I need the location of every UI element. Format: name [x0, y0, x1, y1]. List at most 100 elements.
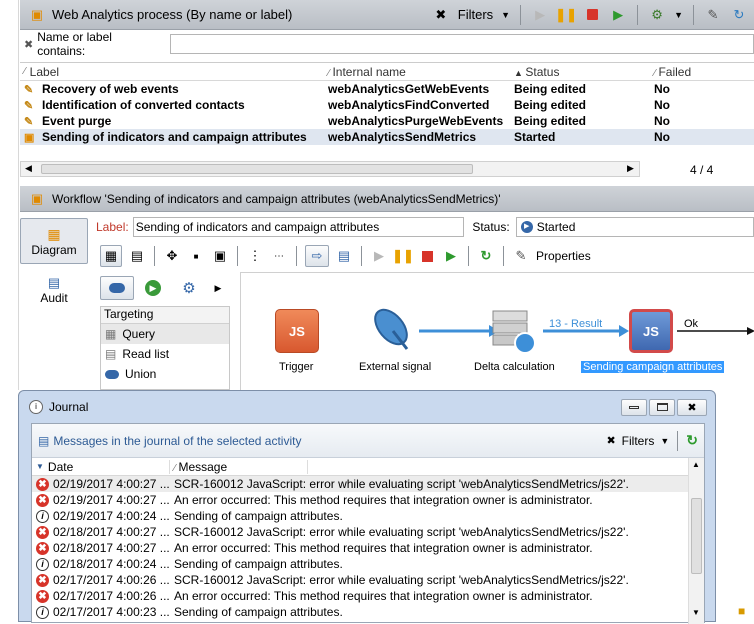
col-message-header[interactable]: ⁄ Message: [170, 459, 308, 474]
journal-row[interactable]: ✖ 02/18/2017 4:00:27 ... An error occurred…: [32, 540, 688, 556]
filters-button[interactable]: Filters: [458, 7, 493, 22]
info-icon: i: [36, 605, 49, 619]
scroll-up-icon[interactable]: ▲: [692, 460, 700, 469]
wf-pause-icon[interactable]: ❚❚: [392, 247, 414, 265]
scroll-thumb[interactable]: [41, 164, 473, 174]
new-icon[interactable]: ✎: [704, 6, 722, 24]
table-row[interactable]: ✎ Event purge webAnalyticsPurgeWebEvents …: [20, 113, 754, 129]
play-icon[interactable]: ▶: [531, 6, 549, 24]
col-status-header[interactable]: ▲ Status: [512, 65, 652, 79]
search-input[interactable]: [170, 34, 754, 54]
minimize-button[interactable]: [621, 398, 647, 416]
database-icon: [492, 310, 536, 354]
workflow-canvas[interactable]: JS Trigger External signal Delta calcula…: [240, 272, 754, 390]
close-button[interactable]: ✖: [677, 398, 707, 416]
journal-vscrollbar[interactable]: ▲ ▼: [688, 458, 704, 624]
journal-subtitle: Messages in the journal of the selected …: [53, 433, 302, 448]
palette-tab-flow[interactable]: ▶: [136, 276, 170, 300]
trigger-node[interactable]: JS: [275, 309, 319, 353]
diagram-tab[interactable]: ▦ Diagram: [20, 218, 88, 264]
journal-titlebar: i Journal ✖: [19, 391, 715, 423]
wf-play-icon[interactable]: ▶: [370, 247, 388, 265]
left-divider: [18, 0, 19, 390]
vertical-align-icon[interactable]: ⋮: [246, 247, 264, 265]
table-row[interactable]: ✎ Identification of converted contacts we…: [20, 97, 754, 113]
properties-icon[interactable]: ✎: [512, 247, 530, 265]
wf-stop-icon[interactable]: [418, 247, 436, 265]
journal-refresh-icon[interactable]: ↻: [686, 432, 698, 449]
horizontal-align-icon[interactable]: ⋯: [270, 247, 288, 265]
scroll-down-icon[interactable]: ▼: [692, 608, 700, 617]
journal-window: i Journal ✖ ▤ Messages in the journal of…: [18, 390, 716, 624]
resume-icon[interactable]: ▶: [609, 6, 627, 24]
actions-chevron-icon[interactable]: ▼: [674, 10, 683, 20]
scroll-right-icon[interactable]: ▶: [627, 163, 634, 174]
maximize-icon: [656, 403, 668, 411]
view-list-icon[interactable]: ▤: [128, 247, 146, 265]
js-blue-icon: JS: [643, 323, 659, 339]
label-field[interactable]: [132, 217, 465, 237]
col-failed-header[interactable]: ⁄ Failed: [652, 65, 752, 79]
palette-tab-actions[interactable]: ⚙: [172, 276, 206, 300]
process-table-header: ⁄ Label ⁄ Internal name ▲ Status ⁄ Failed: [20, 63, 754, 81]
table-row[interactable]: ✎ Recovery of web events webAnalyticsGetW…: [20, 81, 754, 97]
journal-icon: i: [29, 400, 43, 414]
delta-label: Delta calculation: [474, 361, 555, 373]
pencil-icon: ✎: [24, 83, 34, 96]
scroll-left-icon[interactable]: ◀: [25, 163, 32, 174]
palette-tab-scroll[interactable]: ▶: [208, 276, 228, 300]
journal-row[interactable]: ✖ 02/17/2017 4:00:26 ... SCR-160012 JavaSc…: [32, 572, 688, 588]
read-list-icon: ▤: [105, 347, 117, 361]
col-label-header[interactable]: ⁄ Label: [20, 65, 326, 79]
journal-filters-chevron-icon[interactable]: ▼: [660, 436, 669, 446]
col-internal-header[interactable]: ⁄ Internal name: [326, 65, 512, 79]
journal-row[interactable]: i 02/19/2017 4:00:24 ... Sending of campai…: [32, 508, 688, 524]
maximize-button[interactable]: [649, 398, 675, 416]
small-square-icon[interactable]: ■: [187, 247, 205, 265]
col-date-header[interactable]: ▼ Date: [32, 459, 170, 474]
journal-row[interactable]: i 02/17/2017 4:00:23 ... Sending of campai…: [32, 604, 688, 620]
table-row-selected[interactable]: ▣ Sending of indicators and campaign attr…: [20, 129, 754, 145]
journal-row[interactable]: ✖ 02/17/2017 4:00:26 ... An error occurred…: [32, 588, 688, 604]
audit-tab[interactable]: ▤ Audit: [20, 270, 88, 310]
sending-label: Sending campaign attributes: [581, 361, 725, 373]
palette-tab-targeting[interactable]: [100, 276, 134, 300]
journal-filter-icon[interactable]: ✖: [606, 434, 615, 447]
info-icon: i: [36, 557, 49, 571]
chevron-down-icon[interactable]: ▼: [501, 10, 510, 20]
status-caption: Status:: [472, 220, 510, 234]
sending-node[interactable]: JS: [629, 309, 673, 353]
wf-resume-icon[interactable]: ▶: [442, 247, 460, 265]
filter-icon[interactable]: ✖: [432, 6, 450, 24]
satellite-dish-icon: [374, 308, 409, 350]
fit-icon[interactable]: ▣: [211, 247, 229, 265]
save-icon[interactable]: ▤: [335, 247, 353, 265]
status-field: ▶ Started: [515, 217, 754, 237]
process-hscrollbar[interactable]: ◀ ▶: [20, 161, 640, 177]
delta-node[interactable]: [489, 307, 539, 355]
view-grid-icon[interactable]: ▦: [100, 245, 122, 267]
journal-row[interactable]: ✖ 02/18/2017 4:00:27 ... SCR-160012 JavaSc…: [32, 524, 688, 540]
palette-item-read-list[interactable]: ▤ Read list: [101, 344, 229, 364]
start-activity-icon[interactable]: ⇨: [305, 245, 329, 267]
refresh-icon[interactable]: ↻: [730, 6, 748, 24]
journal-scroll-thumb[interactable]: [691, 498, 702, 574]
external-signal-node[interactable]: [369, 305, 417, 355]
properties-button[interactable]: Properties: [536, 249, 591, 263]
js-icon: JS: [289, 323, 305, 339]
actions-icon[interactable]: ⚙: [648, 6, 666, 24]
journal-row[interactable]: i 02/18/2017 4:00:24 ... Sending of campai…: [32, 556, 688, 572]
journal-subbar: ▤ Messages in the journal of the selecte…: [32, 424, 704, 458]
pause-icon[interactable]: ❚❚: [555, 6, 577, 24]
workflow-titlebar: ▣ Workflow 'Sending of indicators and ca…: [20, 186, 754, 212]
info-icon: i: [36, 509, 49, 523]
palette-item-union[interactable]: Union: [101, 364, 229, 384]
palette-item-query[interactable]: ▦ Query: [101, 324, 229, 344]
stop-icon[interactable]: [583, 6, 601, 24]
journal-row[interactable]: ✖ 02/19/2017 4:00:27 ... SCR-160012 JavaSc…: [32, 476, 688, 492]
move-icon[interactable]: ✥: [163, 247, 181, 265]
journal-row[interactable]: ✖ 02/19/2017 4:00:27 ... An error occurred…: [32, 492, 688, 508]
targeting-icon: [109, 283, 125, 293]
journal-filters-button[interactable]: Filters: [622, 434, 655, 448]
wf-refresh-icon[interactable]: ↻: [477, 247, 495, 265]
